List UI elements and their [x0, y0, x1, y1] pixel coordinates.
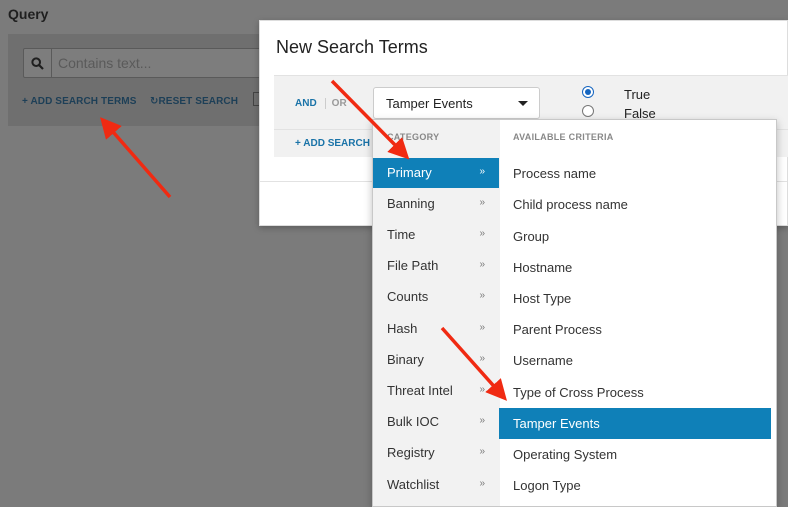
add-search-term-link[interactable]: + ADD SEARCH: [295, 138, 370, 149]
radio-false[interactable]: [582, 105, 594, 117]
category-label: File Path: [387, 258, 439, 273]
and-button[interactable]: AND: [295, 98, 317, 109]
criteria-select-value: Tamper Events: [386, 96, 473, 111]
category-item-hash[interactable]: Hash »: [373, 314, 499, 344]
category-item-time[interactable]: Time »: [373, 220, 499, 250]
category-item-banning[interactable]: Banning »: [373, 189, 499, 219]
arrow-icon: [100, 117, 172, 199]
criteria-item-process-name[interactable]: Process name: [499, 158, 771, 189]
search-input[interactable]: Contains text...: [58, 55, 151, 71]
chevron-right-icon: »: [479, 322, 485, 333]
category-item-primary[interactable]: Primary »: [373, 158, 499, 188]
criteria-item-group[interactable]: Group: [499, 221, 771, 252]
criteria-item-logon-type[interactable]: Logon Type: [499, 470, 771, 501]
chevron-right-icon: »: [479, 197, 485, 208]
category-label: Threat Intel: [387, 383, 453, 398]
category-label: Time: [387, 227, 416, 242]
chevron-right-icon: »: [479, 166, 485, 177]
category-label: Banning: [387, 196, 435, 211]
modal-title: New Search Terms: [276, 37, 428, 57]
category-item-threat-intel[interactable]: Threat Intel »: [373, 376, 499, 406]
reset-search-label: RESET SEARCH: [158, 96, 239, 107]
criteria-item-hostname[interactable]: Hostname: [499, 252, 771, 283]
criteria-item-username[interactable]: Username: [499, 345, 771, 376]
and-or-toggle: AND OR: [295, 98, 347, 109]
chevron-right-icon: »: [479, 228, 485, 239]
chevron-right-icon: »: [479, 384, 485, 395]
add-search-term-label: ADD SEARCH: [303, 138, 370, 149]
or-button[interactable]: OR: [324, 98, 347, 109]
criteria-item-type-of-cross-process[interactable]: Type of Cross Process: [499, 377, 771, 408]
query-panel: Contains text... + ADD SEARCH TERMS ↻RES…: [8, 34, 268, 126]
chevron-right-icon: »: [479, 259, 485, 270]
reset-search-link[interactable]: ↻RESET SEARCH: [150, 96, 238, 107]
chevron-right-icon: »: [479, 478, 485, 489]
criteria-dropdown: CATEGORY AVAILABLE CRITERIA Primary » Ban…: [372, 119, 777, 507]
chevron-right-icon: »: [479, 353, 485, 364]
category-label: Counts: [387, 289, 429, 304]
category-item-registry[interactable]: Registry »: [373, 438, 499, 468]
add-search-terms-label: ADD SEARCH TERMS: [30, 96, 137, 107]
chevron-right-icon: »: [479, 290, 485, 301]
category-item-file-path[interactable]: File Path »: [373, 251, 499, 281]
category-item-binary[interactable]: Binary »: [373, 345, 499, 375]
criteria-select[interactable]: Tamper Events: [373, 87, 540, 119]
radio-true-label: True: [624, 87, 651, 102]
category-label: Registry: [387, 445, 435, 460]
category-item-watchlist[interactable]: Watchlist »: [373, 470, 499, 500]
category-item-bulk-ioc[interactable]: Bulk IOC »: [373, 407, 499, 437]
criteria-item-parent-process[interactable]: Parent Process: [499, 314, 771, 345]
search-box[interactable]: Contains text...: [23, 48, 263, 78]
category-label: Binary: [387, 352, 424, 367]
category-header: CATEGORY: [387, 132, 440, 142]
chevron-right-icon: »: [479, 446, 485, 457]
category-label: Primary: [387, 165, 432, 180]
category-label: Bulk IOC: [387, 414, 440, 429]
criteria-item-operating-system[interactable]: Operating System: [499, 439, 771, 470]
add-search-terms-link[interactable]: + ADD SEARCH TERMS: [22, 96, 137, 107]
category-label: Hash: [387, 321, 418, 336]
category-label: Watchlist: [387, 477, 440, 492]
criteria-item-child-process-name[interactable]: Child process name: [499, 189, 771, 220]
chevron-right-icon: »: [479, 415, 485, 426]
search-icon: [24, 49, 52, 77]
criteria-item-tamper-events[interactable]: Tamper Events: [499, 408, 771, 439]
criteria-item-host-type[interactable]: Host Type: [499, 283, 771, 314]
criteria-header: AVAILABLE CRITERIA: [513, 132, 614, 142]
page-title: Query: [8, 6, 49, 22]
category-item-counts[interactable]: Counts »: [373, 282, 499, 312]
radio-true[interactable]: [582, 86, 594, 98]
chevron-down-icon: [518, 101, 528, 106]
